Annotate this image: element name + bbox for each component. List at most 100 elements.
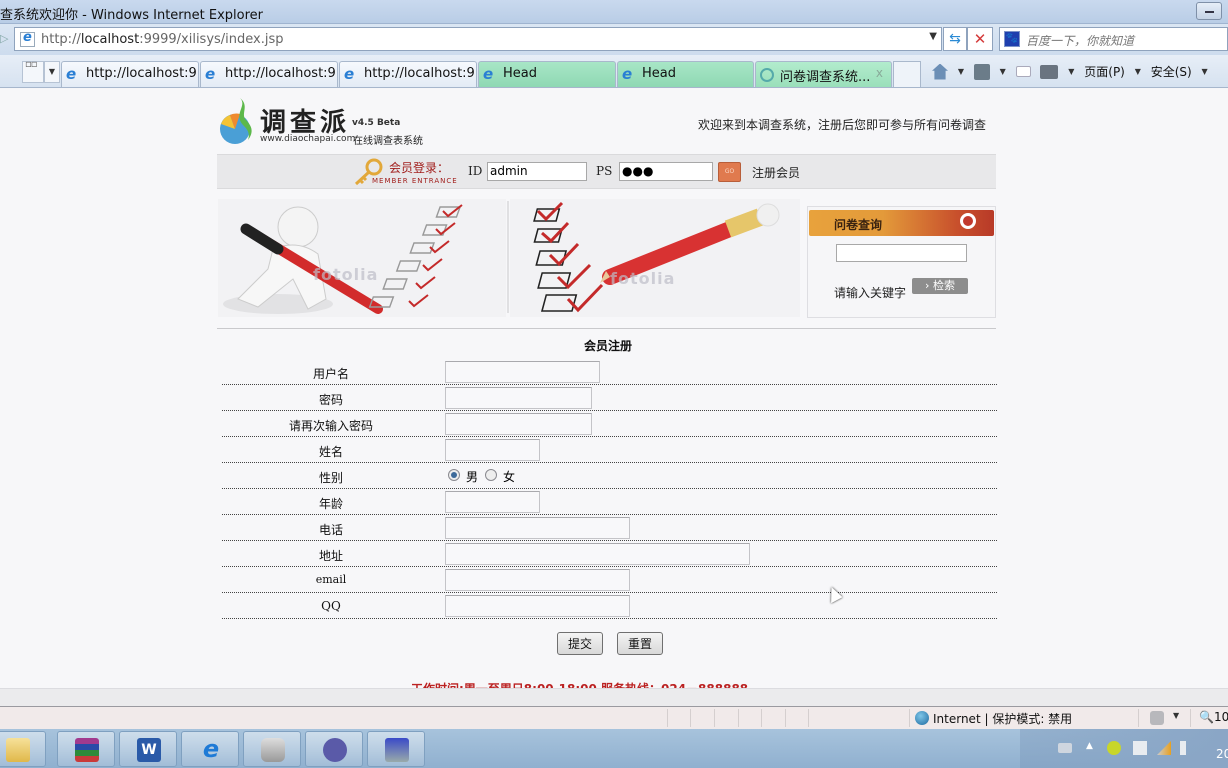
feeds-dropdown-icon[interactable]: ▼ <box>1000 67 1006 76</box>
address-bar[interactable]: http://localhost:9999/xilisys/index.jsp … <box>14 27 942 51</box>
form-row-gender: 性别 男 女 <box>222 463 997 489</box>
quick-tabs-button[interactable] <box>22 60 44 83</box>
globe-icon <box>915 711 929 725</box>
home-dropdown-icon[interactable]: ▼ <box>958 67 964 76</box>
print-icon[interactable] <box>1040 64 1059 79</box>
qq-input[interactable] <box>445 595 630 617</box>
submit-button[interactable]: 提交 <box>557 632 603 655</box>
field-label: 用户名 <box>312 367 349 381</box>
stop-button[interactable]: ✕ <box>967 27 993 51</box>
window-titlebar: 查系统欢迎你 - Windows Internet Explorer <box>0 0 1228 24</box>
page-viewport: 调查派 v4.5 Beta www.diaochapai.com 在线调查表系统… <box>0 89 1228 688</box>
tab-5[interactable]: e Head <box>617 61 754 87</box>
taskbar-word[interactable]: W <box>119 731 177 767</box>
mail-icon[interactable] <box>1015 66 1031 77</box>
status-bar: Internet | 保护模式: 禁用 ▼ 🔍10 <box>0 706 1228 729</box>
email-input[interactable] <box>445 569 630 591</box>
add-icon[interactable] <box>1107 741 1121 755</box>
checklist-pencil-illustration <box>533 201 780 313</box>
survey-keyword-input[interactable] <box>836 244 967 262</box>
winrar-icon <box>75 738 99 762</box>
security-zone[interactable]: Internet | 保护模式: 禁用 <box>915 710 1072 727</box>
phone-input[interactable] <box>445 517 630 539</box>
ps-label: PS <box>596 164 613 178</box>
baidu-icon: 🐾 <box>1004 31 1020 47</box>
horizontal-scrollbar[interactable] <box>0 688 1228 706</box>
gender-male-radio[interactable] <box>448 469 460 481</box>
tab-bar: ▼ e http://localhost:9... e http://local… <box>0 55 1228 88</box>
site-logo[interactable]: 调查派 v4.5 Beta www.diaochapai.com 在线调查表系统 <box>218 94 438 150</box>
volume-icon[interactable] <box>1180 741 1186 755</box>
id-input[interactable]: admin <box>487 162 587 181</box>
form-row-password: 密码 <box>222 385 997 411</box>
search-placeholder: 百度一下，你就知道 <box>1026 34 1135 48</box>
zoom-level[interactable]: 🔍10 <box>1199 710 1228 724</box>
gender-male-label[interactable]: 男 <box>466 468 478 485</box>
banner-divider <box>507 201 509 313</box>
print-dropdown-icon[interactable]: ▼ <box>1068 67 1074 76</box>
address-toolbar: ▷ http://localhost:9999/xilisys/index.js… <box>0 24 1228 55</box>
power-icon[interactable] <box>1133 741 1147 755</box>
home-icon[interactable] <box>932 63 948 80</box>
gender-female-label[interactable]: 女 <box>503 468 515 485</box>
field-label: 姓名 <box>318 445 343 459</box>
taskbar-network-tool[interactable] <box>367 731 425 767</box>
clock[interactable]: 20 <box>1216 747 1228 761</box>
ie-page-icon: e <box>205 65 216 83</box>
watermark: fotolia <box>610 269 676 288</box>
tab-1[interactable]: e http://localhost:9... <box>61 61 199 87</box>
tab-4[interactable]: e Head <box>478 61 616 87</box>
search-panel-title: 问卷查询 <box>834 218 883 232</box>
minimize-button[interactable] <box>1196 2 1222 20</box>
tab-2[interactable]: e http://localhost:9... <box>200 61 338 87</box>
network-icon[interactable] <box>1157 741 1171 755</box>
keyboard-icon[interactable] <box>1058 743 1072 753</box>
taskbar-explorer[interactable] <box>0 731 46 767</box>
taskbar-winrar[interactable] <box>57 731 115 767</box>
survey-search-button[interactable]: › 检索 <box>912 278 968 294</box>
network-tool-icon <box>385 738 409 762</box>
name-input[interactable] <box>445 439 540 461</box>
tab-active[interactable]: 问卷调查系统... x <box>755 61 892 87</box>
tab-list-dropdown[interactable]: ▼ <box>44 61 60 83</box>
form-row-email: email <box>222 567 997 593</box>
logo-mark-icon <box>220 98 252 144</box>
feeds-icon[interactable] <box>973 63 990 80</box>
password-input[interactable]: ●●● <box>619 162 713 181</box>
safety-menu[interactable]: 安全(S) <box>1151 63 1192 80</box>
status-divider <box>785 709 786 727</box>
welcome-text: 欢迎来到本调查系统，注册后您即可参与所有问卷调查 <box>698 118 987 132</box>
status-divider <box>690 709 691 727</box>
search-input[interactable]: 🐾 百度一下，你就知道 <box>999 27 1228 51</box>
taskbar-eclipse[interactable] <box>305 731 363 767</box>
address-dropdown-icon[interactable]: ▼ <box>929 31 937 42</box>
refresh-button[interactable]: ⇆ <box>943 27 967 51</box>
page-menu-dropdown-icon[interactable]: ▼ <box>1135 67 1141 76</box>
new-tab-button[interactable] <box>893 61 921 87</box>
taskbar-db-query[interactable] <box>243 731 301 767</box>
ie-page-icon: e <box>344 65 355 83</box>
field-label: 性别 <box>318 471 343 485</box>
page-menu[interactable]: 页面(P) <box>1084 63 1125 80</box>
age-input[interactable] <box>445 491 540 513</box>
window-title: 查系统欢迎你 - Windows Internet Explorer <box>0 8 263 23</box>
field-label: 请再次输入密码 <box>288 419 373 433</box>
login-go-button[interactable]: GO <box>718 162 741 182</box>
username-input[interactable] <box>445 361 600 383</box>
close-tab-icon[interactable]: x <box>876 66 883 80</box>
protected-mode-dropdown-icon[interactable]: ▼ <box>1173 711 1179 720</box>
address-input[interactable] <box>445 543 750 565</box>
url-text[interactable]: http://localhost:9999/xilisys/index.jsp <box>41 32 284 47</box>
reset-button[interactable]: 重置 <box>617 632 663 655</box>
register-link[interactable]: 注册会员 <box>752 164 800 181</box>
safety-menu-dropdown-icon[interactable]: ▼ <box>1202 67 1208 76</box>
id-label: ID <box>468 164 483 178</box>
taskbar-ie[interactable]: e <box>181 731 239 767</box>
protected-mode-icon[interactable] <box>1150 711 1164 725</box>
gender-female-radio[interactable] <box>485 469 497 481</box>
confirm-password-field[interactable] <box>445 413 592 435</box>
show-hidden-icons[interactable]: ▲ <box>1086 741 1100 755</box>
back-button[interactable]: ▷ <box>0 32 8 46</box>
tab-3[interactable]: e http://localhost:9... <box>339 61 477 87</box>
password-field[interactable] <box>445 387 592 409</box>
